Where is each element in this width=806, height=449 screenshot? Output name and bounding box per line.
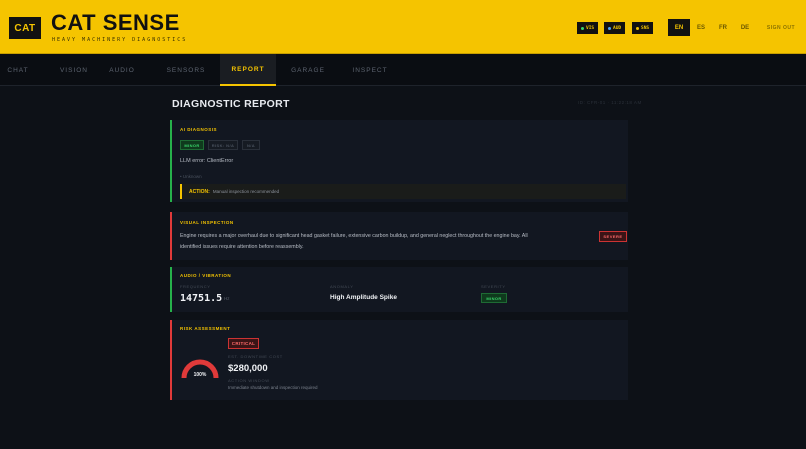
audio-vibration-card: AUDIO / VIBRATION FREQUENCY 14751.5 Hz A… <box>170 267 628 312</box>
main-nav: CHAT VISION AUDIO SENSORS REPORT GARAGE … <box>0 54 806 86</box>
card-accent-bar <box>170 320 172 400</box>
visual-inspection-label: VISUAL INSPECTION <box>180 220 234 225</box>
app-subtitle: HEAVY MACHINERY DIAGNOSTICS <box>52 37 188 43</box>
inspection-text-line1: Engine requires a major overhaul due to … <box>180 233 528 239</box>
frequency-label: FREQUENCY <box>180 284 211 289</box>
ai-diagnosis-card: AI DIAGNOSIS MINOR RISK: N/A N/A LLM err… <box>170 120 628 202</box>
status-dot-icon <box>581 26 584 30</box>
page-title: DIAGNOSTIC REPORT <box>172 98 290 110</box>
lang-en-button[interactable]: EN <box>668 19 690 36</box>
tab-inspect[interactable]: INSPECT <box>344 54 396 86</box>
risk-badge: RISK: N/A <box>208 140 238 150</box>
card-accent-bar <box>170 120 172 202</box>
visual-inspection-card: VISUAL INSPECTION Engine requires a majo… <box>170 212 628 260</box>
severity-badge: SEVERE <box>599 231 627 242</box>
card-accent-bar <box>170 267 172 312</box>
severity-badge: MINOR <box>180 140 204 150</box>
risk-assessment-card: RISK ASSESSMENT CRITICAL 100% EST. DOWNT… <box>170 320 628 400</box>
app-title: CAT SENSE <box>51 10 180 35</box>
status-badge: N/A <box>242 140 260 150</box>
card-accent-bar <box>170 212 172 260</box>
lang-fr-button[interactable]: FR <box>716 19 730 36</box>
inspection-text-line2: identified issues require attention befo… <box>180 244 304 250</box>
tab-report[interactable]: REPORT <box>220 54 276 86</box>
logo: CAT <box>9 17 41 39</box>
frequency-unit: Hz <box>224 296 230 301</box>
diagnosis-detail: • Unknown <box>180 174 202 179</box>
diagnosis-error-text: LLM error: ClientError <box>180 158 234 164</box>
frequency-value: 14751.5 <box>180 293 223 304</box>
risk-level-badge: CRITICAL <box>228 338 259 349</box>
ai-diagnosis-label: AI DIAGNOSIS <box>180 127 218 132</box>
tab-sensors[interactable]: SENSORS <box>160 54 212 86</box>
audio-vibration-label: AUDIO / VIBRATION <box>180 273 232 278</box>
lang-de-button[interactable]: DE <box>738 19 752 36</box>
anomaly-value: High Amplitude Spike <box>330 294 397 301</box>
action-text: Manual inspection recommended <box>212 189 280 194</box>
status-dot-icon <box>608 26 611 30</box>
report-meta: ID: CFR-01 · 11:22:18 AM <box>578 100 642 105</box>
status-chip-vis: VIS <box>577 22 599 34</box>
sign-out-button[interactable]: SIGN OUT <box>764 19 798 36</box>
tab-vision[interactable]: VISION <box>52 54 96 86</box>
downtime-value: $280,000 <box>228 363 268 374</box>
gauge-value: 100% <box>194 372 207 378</box>
downtime-label: EST. DOWNTIME COST <box>228 354 283 359</box>
status-chip-sns: SNS <box>632 22 654 34</box>
tab-audio[interactable]: AUDIO <box>102 54 142 86</box>
status-dot-icon <box>636 26 639 30</box>
action-box: ACTION: Manual inspection recommended <box>180 184 626 199</box>
risk-gauge: 100% <box>181 359 219 379</box>
tab-garage[interactable]: GARAGE <box>284 54 332 86</box>
action-window-label: ACTION WINDOW <box>228 378 270 383</box>
severity-badge: MINOR <box>481 293 507 303</box>
anomaly-label: ANOMALY <box>330 284 354 289</box>
tab-chat[interactable]: CHAT <box>0 54 36 86</box>
risk-assessment-label: RISK ASSESSMENT <box>180 326 231 331</box>
action-window-value: Immediate shutdown and inspection requir… <box>228 385 318 390</box>
severity-label: SEVERITY <box>481 284 506 289</box>
status-chip-aud: AUD <box>604 22 626 34</box>
app-header: CAT CAT SENSE HEAVY MACHINERY DIAGNOSTIC… <box>0 0 806 54</box>
action-label: ACTION: <box>189 188 210 195</box>
lang-es-button[interactable]: ES <box>694 19 708 36</box>
